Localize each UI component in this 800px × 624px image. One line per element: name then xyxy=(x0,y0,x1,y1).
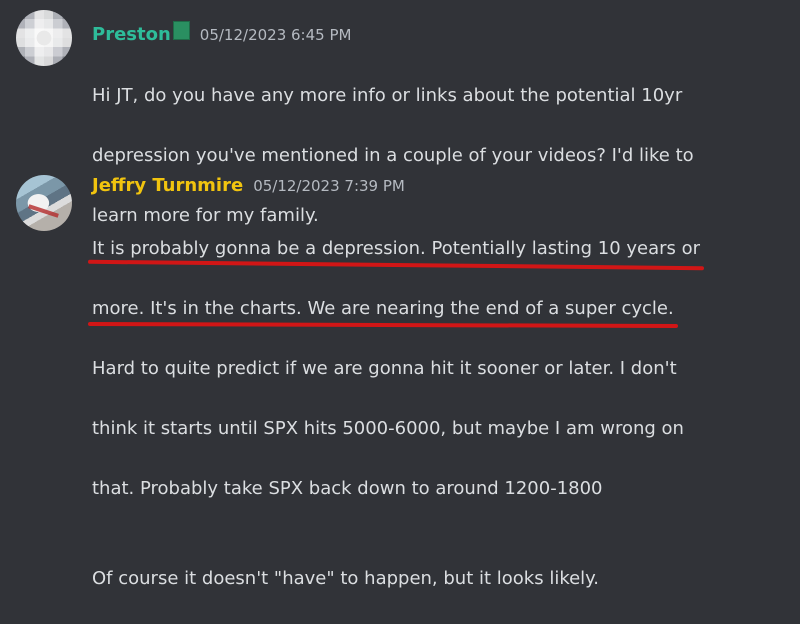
highlighted-sentence-1: It is probably gonna be a depression. Po… xyxy=(92,234,700,264)
message-header-preston: Preston 05/12/2023 6:45 PM xyxy=(92,21,351,45)
message-line-preston-1: Hi JT, do you have any more info or link… xyxy=(92,85,683,106)
message-line-jeffry-1: It is probably gonna be a depression. Po… xyxy=(92,234,782,264)
avatar-preston[interactable] xyxy=(16,10,72,66)
message-content-jeffry: It is probably gonna be a depression. Po… xyxy=(92,204,782,624)
avatar-jeffry[interactable] xyxy=(16,175,72,231)
message-line-jeffry-4: think it starts until SPX hits 5000-6000… xyxy=(92,418,684,439)
username-jeffry[interactable]: Jeffry Turnmire xyxy=(92,174,243,198)
green-square-icon xyxy=(172,21,190,40)
timestamp-jeffry[interactable]: 05/12/2023 7:39 PM xyxy=(253,174,405,198)
message-line-jeffry-7: Of course it doesn't "have" to happen, b… xyxy=(92,568,599,589)
username-preston[interactable]: Preston xyxy=(92,23,171,47)
message-line-jeffry-5: that. Probably take SPX back down to aro… xyxy=(92,478,603,499)
message-line-jeffry-2: more. It's in the charts. We are nearing… xyxy=(92,294,782,324)
timestamp-preston[interactable]: 05/12/2023 6:45 PM xyxy=(200,23,352,47)
message-line-preston-2: depression you've mentioned in a couple … xyxy=(92,145,694,166)
message-header-jeffry: Jeffry Turnmire 05/12/2023 7:39 PM xyxy=(92,174,405,198)
message-line-jeffry-3: Hard to quite predict if we are gonna hi… xyxy=(92,358,677,379)
highlighted-sentence-2: more. It's in the charts. We are nearing… xyxy=(92,294,674,324)
